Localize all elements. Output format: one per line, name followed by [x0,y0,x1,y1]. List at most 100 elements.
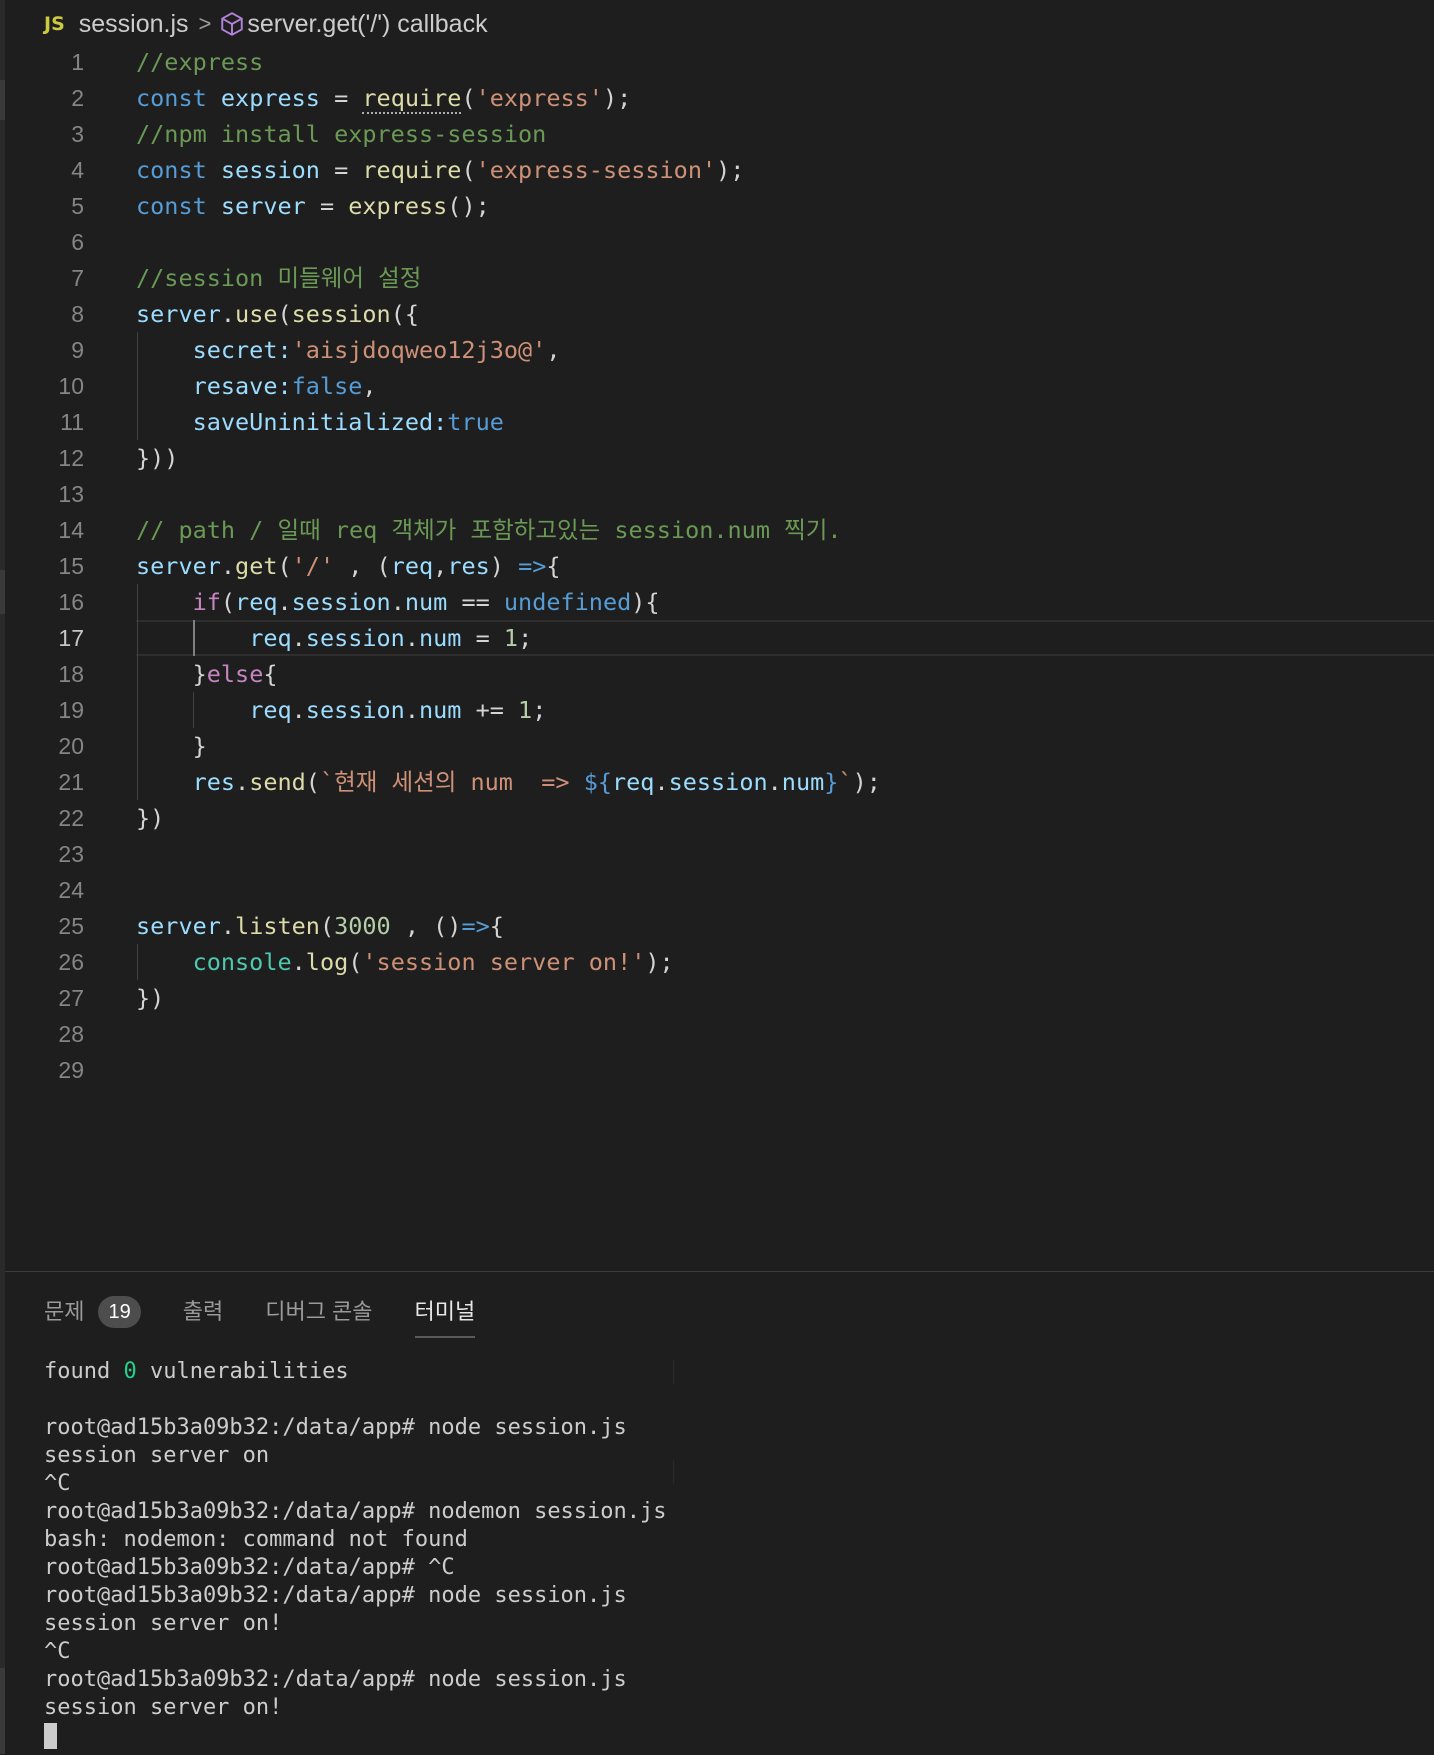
line-number: 8 [71,301,84,327]
code-text: resave:false, [136,368,377,404]
panel-tab[interactable]: 터미널 [414,1292,476,1338]
terminal-line: root@ad15b3a09b32:/data/app# nodemon ses… [44,1498,1414,1526]
js-file-icon: JS [44,13,65,35]
code-text: const session = require('express-session… [136,152,744,188]
code-token: num [419,624,462,652]
code-token: . [277,588,292,616]
terminal-line: root@ad15b3a09b32:/data/app# ^C [44,1554,1414,1582]
code-token: secret [192,336,278,364]
code-line[interactable]: 17 req.session.num = 1; [0,620,1434,656]
code-line[interactable]: 24 [0,872,1434,908]
code-line[interactable]: 15 server.get('/' , (req,res) =>{ [0,548,1434,584]
code-line[interactable]: 3 //npm install express-session [0,116,1434,152]
code-editor[interactable]: 1//express 2 const express = require('expr… [0,44,1434,1088]
terminal-output[interactable]: found 0 vulnerabilities root@ad15b3a09b32… [44,1358,1414,1750]
code-token: num [404,588,448,616]
code-token: express [220,84,320,112]
code-text: }) [136,980,164,1016]
panel-tab[interactable]: 문제 19 [44,1292,141,1332]
code-line[interactable]: 11 saveUninitialized:true [0,404,1434,440]
code-token: . [220,300,236,328]
line-number: 12 [58,445,84,471]
code-token: ){ [631,588,660,616]
code-line[interactable]: 7 //session 미들웨어 설정 [0,260,1434,296]
code-line[interactable]: 2 const express = require('express'); [0,80,1434,116]
code-token: // path / 일때 req 객체가 포함하고있는 session.num … [136,516,842,544]
code-line[interactable]: 27}) [0,980,1434,1016]
code-token: ( [220,588,236,616]
line-number: 7 [71,265,84,291]
code-token: 'express-session' [475,156,717,184]
terminal-prompt-line[interactable] [44,1722,1414,1750]
line-number: 27 [58,985,84,1011]
code-token: = [319,156,363,184]
code-token: { [263,660,278,688]
panel-tab-label: 터미널 [414,1299,476,1324]
line-number: 3 [71,121,84,147]
code-line[interactable]: 19 req.session.num += 1; [0,692,1434,728]
code-line[interactable]: 10 resave:false, [0,368,1434,404]
line-number: 15 [58,553,84,579]
code-token: }) [136,984,165,1012]
breadcrumb-file[interactable]: session.js [79,10,189,39]
terminal-text: session server on [44,1443,270,1468]
code-token: . [291,948,306,976]
line-number: 23 [58,841,84,867]
code-token: , ( [334,552,391,580]
code-line[interactable]: 1 //express [0,44,1434,80]
code-text: server.listen(3000 , ()=>{ [136,908,504,944]
code-line[interactable]: 14 // path / 일때 req 객체가 포함하고있는 session.nu… [0,512,1434,548]
code-token: ); [602,84,632,112]
code-line[interactable]: 26 console.log('session server on!'); [0,944,1434,980]
code-line[interactable]: 18 }else{ [0,656,1434,692]
line-number: 25 [58,913,84,939]
code-token: else [206,660,264,688]
bottom-panel: 문제 19 출력 디버그 콘솔 터미널 found 0 vulnerabilities r… [5,1271,1434,1755]
code-line[interactable]: 13 [0,476,1434,512]
code-line[interactable]: 20 } [0,728,1434,764]
code-text: const server = express(); [136,188,490,224]
code-line[interactable]: 29 [0,1052,1434,1088]
code-line[interactable]: 4 const session = require('express-sessio… [0,152,1434,188]
code-text: const express = require('express'); [136,80,631,116]
code-line[interactable]: 12})) [0,440,1434,476]
code-line[interactable]: 21 res.send(`현재 세션의 num => ${req.session… [0,764,1434,800]
code-line[interactable]: 16 if(req.session.num == undefined){ [0,584,1434,620]
code-token: res [192,768,236,796]
code-token: ( [461,156,476,184]
code-line[interactable]: 8 server.use(session({ [0,296,1434,332]
panel-tab[interactable]: 디버그 콘솔 [265,1292,372,1332]
code-token: ( [319,912,335,940]
code-token: session [291,588,391,616]
code-token: session [305,624,405,652]
code-line[interactable]: 9 secret:'aisjdoqweo12j3o@', [0,332,1434,368]
code-token: server [136,552,221,580]
code-token: . [404,696,419,724]
code-token: resave [192,372,278,400]
code-line[interactable]: 28 [0,1016,1434,1052]
code-line[interactable]: 25 server.listen(3000 , ()=>{ [0,908,1434,944]
code-line[interactable]: 23 [0,836,1434,872]
code-text: secret:'aisjdoqweo12j3o@', [136,332,561,368]
code-token: num [419,696,462,724]
code-token: : [433,408,448,436]
code-token: , () [390,912,462,940]
breadcrumb-symbol[interactable]: server.get('/') callback [247,10,487,39]
code-token: = [461,624,504,652]
code-token: ${ [583,768,612,796]
terminal-text: ^C [44,1471,71,1496]
panel-tab[interactable]: 출력 [183,1292,223,1332]
code-token: ( [277,300,292,328]
panel-tab-label: 디버그 콘솔 [265,1299,373,1324]
code-token: session [220,156,320,184]
code-token: ) [489,552,519,580]
line-number: 26 [58,949,84,975]
code-token: => [461,912,490,940]
code-line[interactable]: 22}) [0,800,1434,836]
code-line[interactable]: 6 [0,224,1434,260]
terminal-text: root@ad15b3a09b32:/data/app# nodemon ses… [44,1499,667,1524]
code-token: if [192,588,221,616]
code-line[interactable]: 5 const server = express(); [0,188,1434,224]
